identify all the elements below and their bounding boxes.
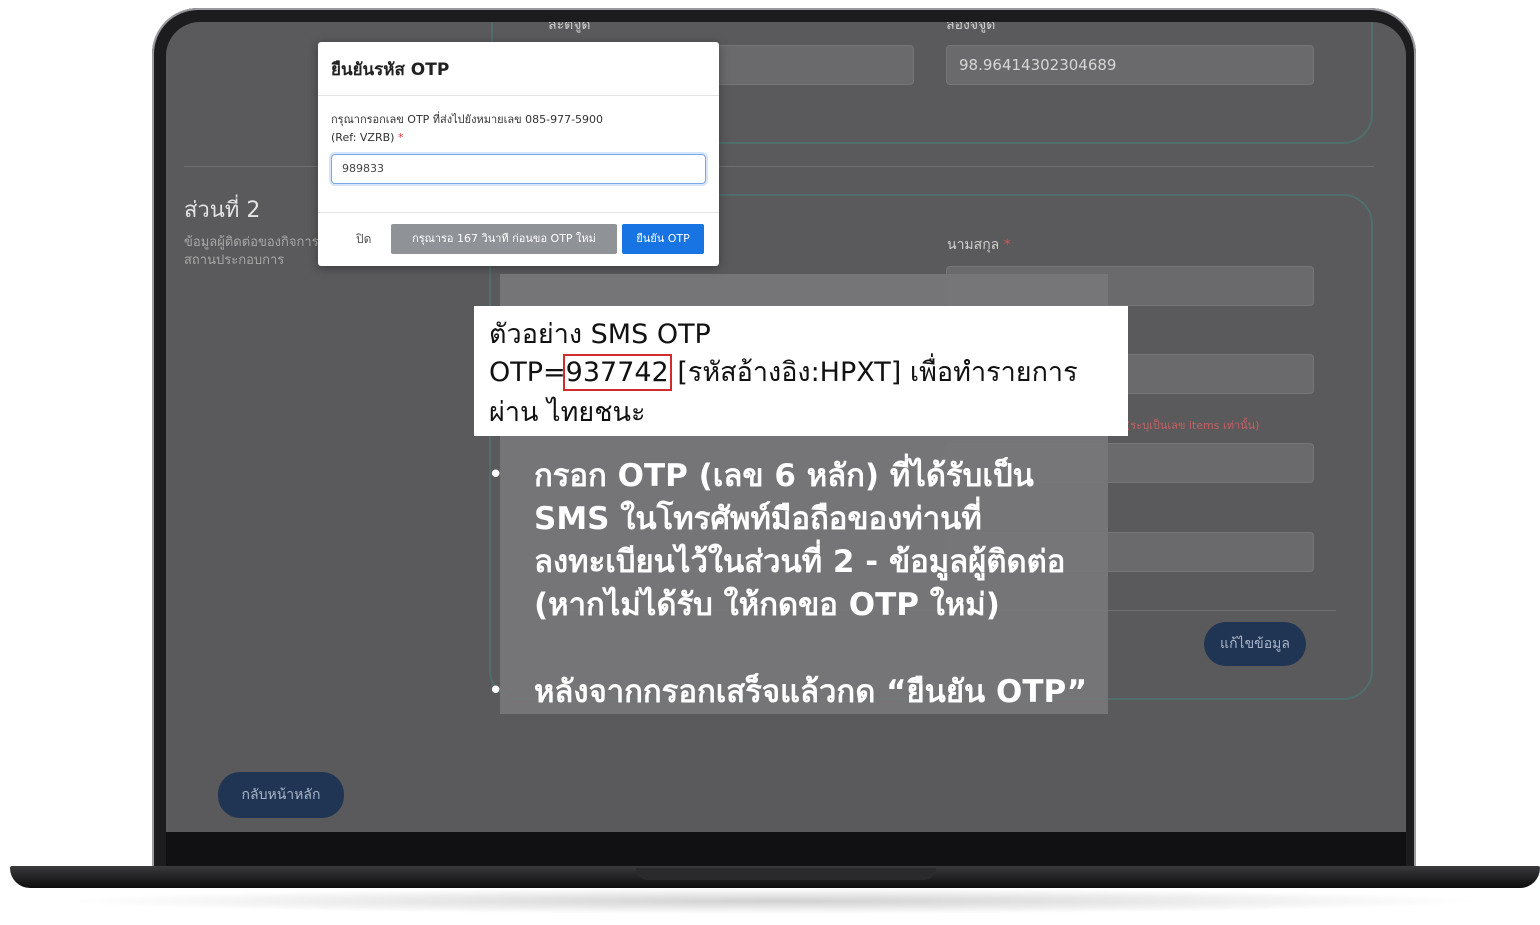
bullet-2-dot: • [488,676,504,706]
instruction-1-line-4: (หากไม่ได้รับ ให้กดขอ OTP ใหม่) [534,587,1000,623]
close-button[interactable]: ปิด [356,230,371,249]
sms-example-line3: ผ่าน ไทยชนะ [489,397,646,428]
sms-example-otp-line: OTP=937742 [รหัสอ้างอิง:HPXT] เพื่อทำราย… [489,350,1078,393]
otp-prefix: OTP= [489,357,566,388]
laptop-shadow [60,888,1490,914]
otp-suffix: [รหัสอ้างอิง:HPXT] เพื่อทำรายการ [668,357,1078,388]
instruction-bullet-1: กรอก OTP (เลข 6 หลัก) ที่ได้รับเป็น SMS … [534,455,1065,627]
lastname-label: นามสกุล * [947,237,1011,253]
otp-code-highlight: 937742 [562,354,672,391]
instruction-bullet-2: หลังจากกรอกเสร็จแล้วกด “ยืนยัน OTP” [534,674,1088,710]
laptop-notch [636,868,936,880]
otp-modal-title: ยืนยันรหัส OTP [331,60,450,80]
instruction-1-line-2: SMS ในโทรศัพท์มือถือของท่านที่ [534,501,982,537]
request-new-otp-button[interactable]: กรุณารอ 167 วินาที ก่อนขอ OTP ใหม่ [391,224,617,254]
otp-modal: ยืนยันรหัส OTP กรุณากรอกเลข OTP ที่ส่งไป… [318,42,719,266]
longitude-field[interactable]: 98.96414302304689 [946,45,1314,85]
instruction-1-line-3: ลงทะเบียนไว้ในส่วนที่ 2 - ข้อมูลผู้ติดต่… [534,544,1066,580]
section-2-title: ส่วนที่ 2 [184,198,261,223]
otp-input[interactable]: 989833 [331,154,706,184]
sms-example-box: ตัวอย่าง SMS OTP OTP=937742 [รหัสอ้างอิง… [474,306,1128,436]
instruction-1-line-1: กรอก OTP (เลข 6 หลัก) ที่ได้รับเป็น [534,458,1034,494]
otp-ref: (Ref: VZRB) [331,131,395,144]
otp-message-line: กรุณากรอกเลข OTP ที่ส่งไปยังหมายเลข 085-… [331,113,604,126]
modal-footer-divider [318,212,719,213]
field-note: (ระบุเป็นเลข items เท่านั้น) [1126,419,1260,432]
section-2-description: ข้อมูลผู้ติดต่อของกิจการ สถานประกอบการ [184,235,319,268]
sms-example-title: ตัวอย่าง SMS OTP [489,319,711,350]
back-home-button[interactable]: กลับหน้าหลัก [218,772,344,818]
bullet-1-dot: • [488,460,504,490]
edit-info-button[interactable]: แก้ไขข้อมูล [1204,622,1306,666]
modal-header-divider [318,95,719,96]
confirm-otp-button[interactable]: ยืนยัน OTP [622,224,704,254]
required-mark: * [397,131,404,144]
otp-modal-message: กรุณากรอกเลข OTP ที่ส่งไปยังหมายเลข 085-… [331,111,711,147]
